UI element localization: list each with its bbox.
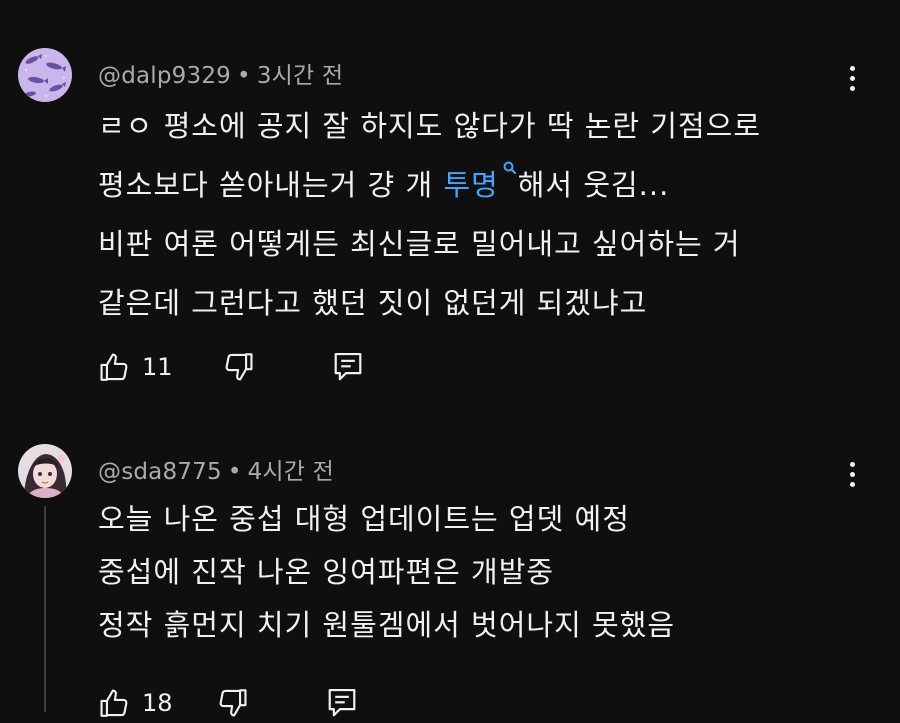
reply-button[interactable] [333,350,363,384]
comment-item: @dalp9329 • 3시간 전 ㄹㅇ 평소에 공지 잘 하지도 않다가 딱 논란… [0,0,900,400]
more-options-button[interactable] [838,456,866,492]
like-button[interactable]: 18 [98,686,173,720]
avatar[interactable] [18,48,72,102]
reply-button[interactable] [327,686,357,720]
comment-line: 중섭에 진작 나온 잉여파편은 개발중 [98,555,555,589]
comment-line-text: 해서 웃김... [517,168,670,202]
anime-girl-avatar-icon [18,444,72,498]
comment-line: 오늘 나온 중섭 대형 업데이트는 업뎃 예정 [98,502,630,536]
comment-text: ㄹㅇ 평소에 공지 잘 하지도 않다가 딱 논란 기점으로 평소보다 쏟아내는거… [98,97,858,333]
comment-meta: @dalp9329 • 3시간 전 [98,56,343,90]
like-count: 18 [142,689,173,717]
like-button[interactable]: 11 [98,350,173,384]
dislike-button[interactable] [221,350,255,384]
reply-thread-line [44,506,46,712]
comment-line: 같은데 그런다고 했던 짓이 없던게 되겠냐고 [98,286,648,320]
comment-line: 비판 여론 어떻게든 최신글로 밀어내고 싶어하는 거 [98,227,741,261]
like-count: 11 [142,353,173,381]
comment-item: @sda8775 • 4시간 전 오늘 나온 중섭 대형 업데이트는 업뎃 예정 중… [0,400,900,717]
search-icon [503,161,516,174]
comment-line: 평소보다 쏟아내는거 걍 개 투명 해서 웃김... [98,156,858,215]
reply-icon [328,688,355,717]
author-handle[interactable]: @sda8775 [98,459,222,485]
comment-actions: 11 [98,347,363,387]
comment-text: 오늘 나온 중섭 대형 업데이트는 업뎃 예정 중섭에 진작 나온 잉여파편은 … [98,493,858,652]
more-options-button[interactable] [838,60,866,96]
thumbs-down-icon [219,689,247,717]
comment-line: ㄹㅇ 평소에 공지 잘 하지도 않다가 딱 논란 기점으로 [98,109,762,143]
dislike-button[interactable] [215,686,249,720]
meta-separator: • [237,63,251,89]
avatar[interactable] [18,444,72,498]
more-vert-icon [849,65,855,71]
author-handle[interactable]: @dalp9329 [98,63,231,89]
comment-meta: @sda8775 • 4시간 전 [98,452,334,486]
reply-icon [334,352,361,381]
meta-separator: • [227,459,242,485]
thumbs-down-icon [225,353,253,381]
search-link-text[interactable]: 투명 [443,168,498,202]
thumbs-up-icon [100,353,128,381]
comment-line-text: 평소보다 쏟아내는거 걍 개 [98,168,444,202]
search-link[interactable]: 투명 [443,161,517,202]
comment-actions: 18 [98,683,357,723]
comment-line: 정작 흙먼지 치기 원툴겜에서 벗어나지 못했음 [98,608,676,642]
more-vert-icon [849,461,855,467]
fish-pattern-avatar-icon [18,48,72,102]
thumbs-up-icon [100,689,128,717]
comment-timestamp[interactable]: 4시간 전 [248,459,334,485]
comment-timestamp[interactable]: 3시간 전 [257,63,343,89]
